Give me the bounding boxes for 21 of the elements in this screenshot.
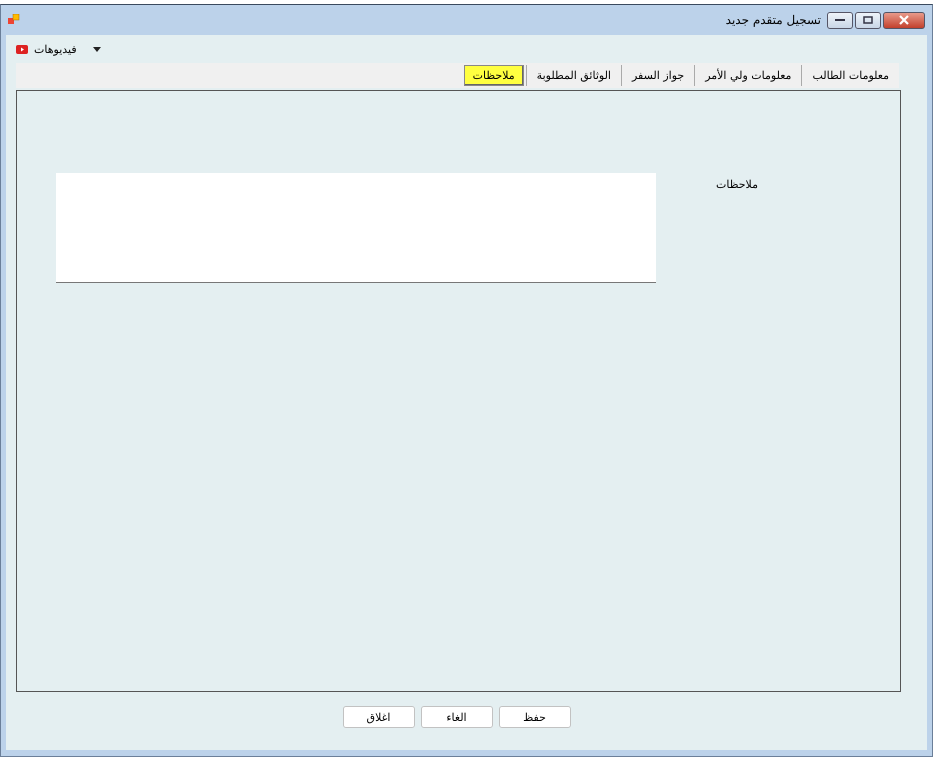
dialog-button[interactable]: الغاء (420, 706, 492, 728)
close-button[interactable] (883, 12, 925, 28)
app-icon (8, 14, 20, 26)
window-title: تسجيل متقدم جديد (726, 13, 821, 27)
play-icon (16, 44, 28, 54)
tab[interactable]: ملاحظات (464, 65, 524, 86)
dialog-button[interactable]: حفظ (498, 706, 570, 728)
tab[interactable]: معلومات الطالب (801, 65, 899, 86)
maximize-icon (863, 16, 873, 24)
videos-menu[interactable]: فيديوهات (16, 42, 101, 56)
dialog-button[interactable]: اغلاق (342, 706, 414, 728)
tab[interactable]: جواز السفر (620, 65, 694, 86)
minimize-button[interactable] (827, 12, 853, 28)
caret-icon (92, 46, 101, 52)
tab[interactable]: الوثائق المطلوبة (526, 65, 621, 86)
minimize-icon (835, 18, 845, 22)
maximize-button[interactable] (855, 12, 881, 28)
notes-label: ملاحظات (716, 178, 759, 191)
close-icon (898, 15, 910, 25)
notes-field[interactable] (56, 173, 656, 283)
tab[interactable]: معلومات ولي الأمر (694, 65, 802, 86)
